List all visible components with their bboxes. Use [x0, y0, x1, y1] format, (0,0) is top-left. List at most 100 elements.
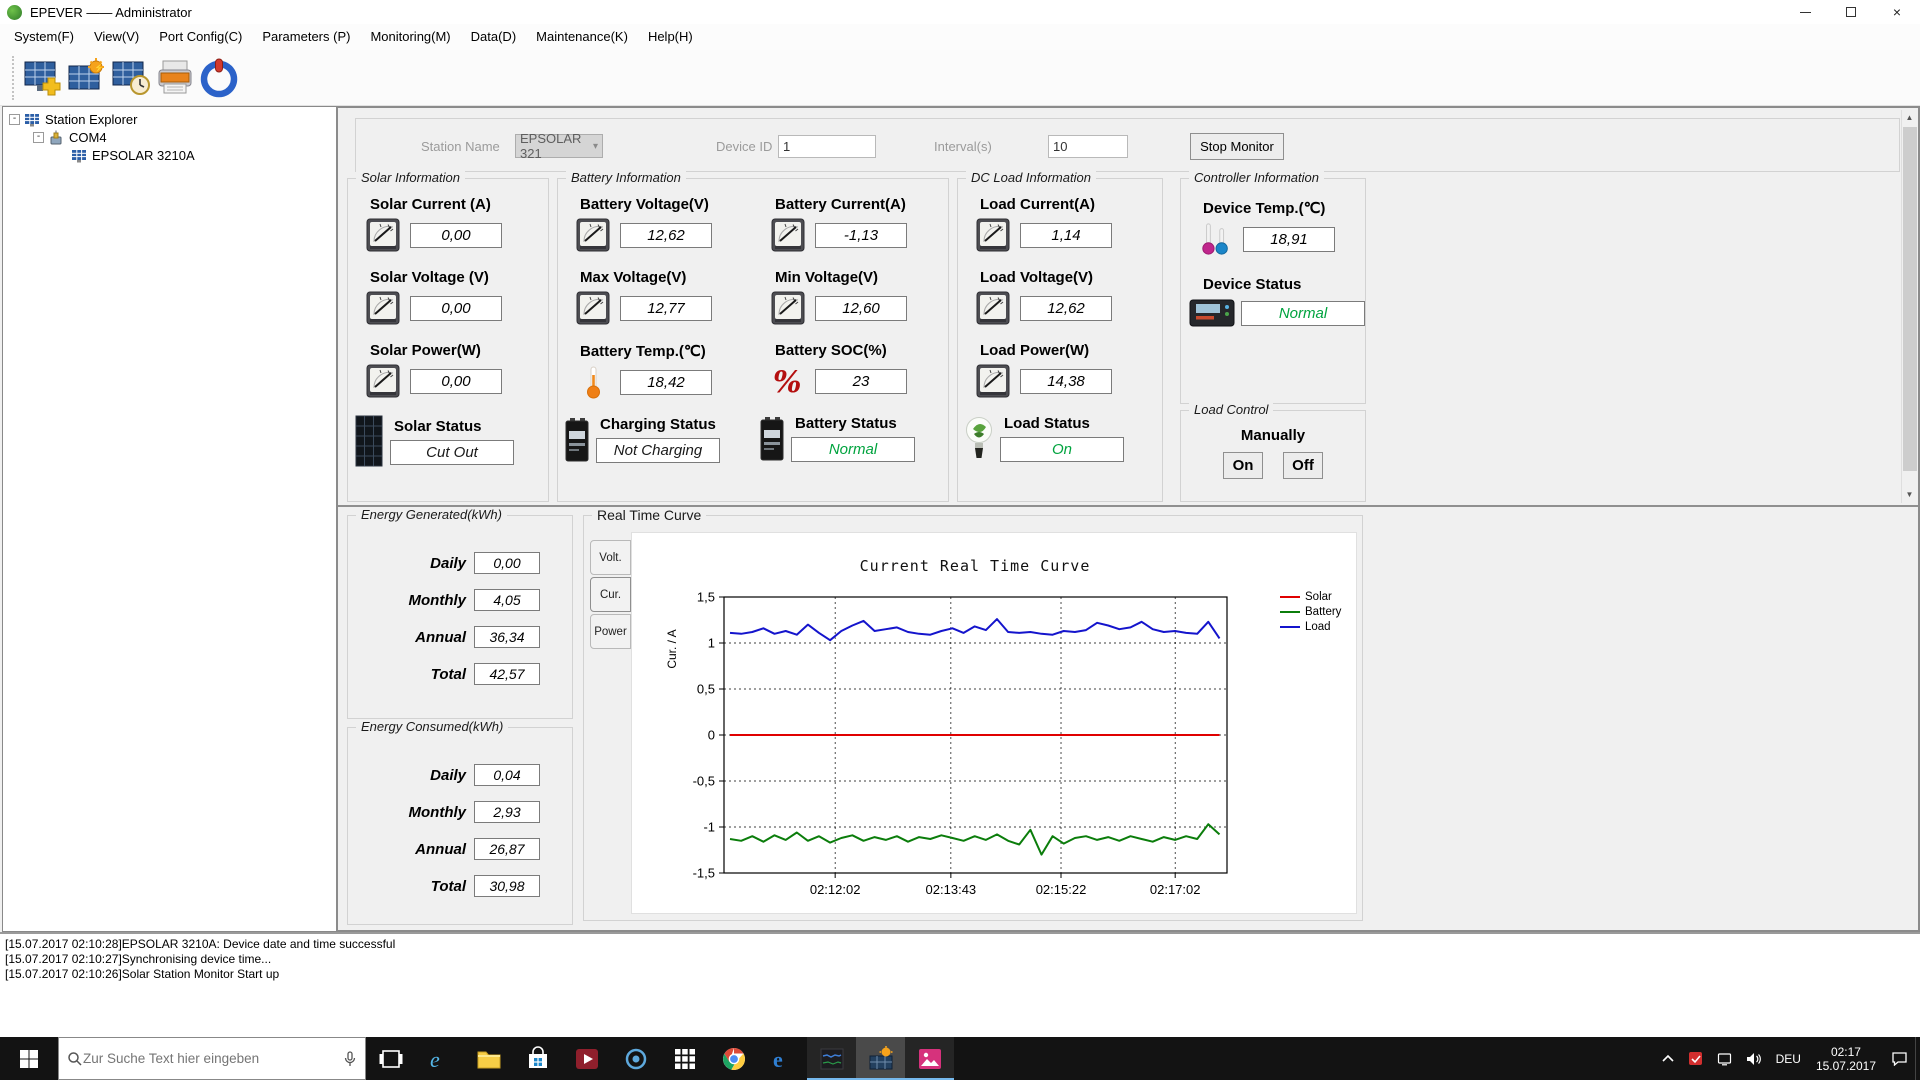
solar-status-value: Cut Out — [390, 439, 514, 465]
svg-text:%: % — [773, 365, 802, 398]
collapse-icon[interactable]: - — [9, 114, 20, 125]
svg-text:⚡: ⚡ — [94, 62, 104, 72]
bulb-icon — [964, 416, 994, 462]
device-id-input[interactable] — [778, 135, 876, 158]
tab-cur[interactable]: Cur. — [590, 577, 631, 612]
taskbar-search[interactable] — [58, 1037, 366, 1080]
svg-text:-1: -1 — [703, 820, 715, 835]
solar-monitor-task-icon[interactable] — [856, 1037, 905, 1080]
ec-daily-row: Daily 0,04 — [378, 764, 572, 786]
media-player-icon[interactable] — [562, 1037, 611, 1080]
menu-parameters[interactable]: Parameters (P) — [252, 24, 360, 50]
battery-soc-field: Battery SOC(%) % 23 — [753, 342, 948, 398]
tray-time: 02:17 — [1830, 1044, 1861, 1059]
ec-annual-row: Annual 26,87 — [378, 838, 572, 860]
menu-monitoring[interactable]: Monitoring(M) — [360, 24, 460, 50]
maximize-button[interactable] — [1828, 0, 1874, 24]
menu-system[interactable]: System(F) — [4, 24, 84, 50]
device-temp-value: 18,91 — [1243, 226, 1335, 252]
cortana-icon[interactable] — [611, 1037, 660, 1080]
chart-legend: Solar Battery Load — [1280, 589, 1341, 634]
ec-annual-value: 26,87 — [474, 838, 540, 860]
photos-task-icon[interactable] — [905, 1037, 954, 1080]
eg-daily-row: Daily 0,00 — [378, 552, 572, 574]
store-icon[interactable] — [513, 1037, 562, 1080]
log-line: [15.07.2017 02:10:27]Synchronising devic… — [5, 952, 272, 966]
solar-information-group: Solar Information Solar Current (A) 0,00… — [347, 170, 549, 502]
chrome-icon[interactable] — [709, 1037, 758, 1080]
tray-app-icon[interactable] — [1681, 1037, 1710, 1080]
menu-data[interactable]: Data(D) — [461, 24, 527, 50]
language-indicator[interactable]: DEU — [1769, 1037, 1808, 1080]
speaker-icon[interactable] — [1739, 1037, 1769, 1080]
svg-text:-1,5: -1,5 — [693, 866, 715, 881]
load-line-swatch — [1280, 625, 1300, 628]
real-time-curve-group: Real Time Curve Volt. Cur. Power Current… — [583, 507, 1363, 921]
chart-window-task-icon[interactable] — [807, 1037, 856, 1080]
stop-monitor-button[interactable]: Stop Monitor — [1190, 133, 1284, 160]
menu-port-config[interactable]: Port Config(C) — [149, 24, 252, 50]
tree-item-epsolar-3210a[interactable]: EPSOLAR 3210A — [3, 147, 336, 164]
svg-text:e: e — [773, 1047, 783, 1072]
station-explorer-icon — [24, 112, 41, 128]
interval-input[interactable] — [1048, 135, 1128, 158]
interval-label: Interval(s) — [934, 139, 992, 154]
station-name-label: Station Name — [421, 139, 500, 154]
task-view-icon[interactable] — [366, 1037, 415, 1080]
scroll-up-icon[interactable]: ▲ — [1902, 110, 1917, 126]
solar-power-field: Solar Power(W) 0,00 — [348, 342, 548, 398]
tab-volt[interactable]: Volt. — [590, 540, 631, 575]
tab-power[interactable]: Power — [590, 614, 631, 649]
collapse-icon[interactable]: - — [33, 132, 44, 143]
close-button[interactable]: × — [1874, 0, 1920, 24]
scroll-down-icon[interactable]: ▼ — [1902, 487, 1917, 503]
tablet-icon[interactable] — [1710, 1037, 1739, 1080]
eg-monthly-value: 4,05 — [474, 589, 540, 611]
print-icon[interactable] — [153, 55, 197, 101]
gauge-icon — [366, 364, 400, 398]
ie-browser-icon[interactable]: e — [415, 1037, 464, 1080]
show-desktop-button[interactable] — [1915, 1037, 1920, 1080]
taskbar-clock[interactable]: 02:17 15.07.2017 — [1808, 1037, 1884, 1080]
device-id-label: Device ID — [716, 139, 773, 154]
monitor-panel: Station Name EPSOLAR 321 ▾ Device ID Int… — [336, 106, 1920, 932]
eg-annual-row: Annual 36,34 — [378, 626, 572, 648]
tree-item-com4[interactable]: - COM4 — [3, 129, 336, 146]
apps-grid-icon[interactable] — [660, 1037, 709, 1080]
file-explorer-icon[interactable] — [464, 1037, 513, 1080]
battery-status-field: Battery Status Normal — [759, 415, 948, 462]
load-voltage-field: Load Voltage(V) 12,62 — [958, 269, 1162, 325]
tree-item-station-explorer[interactable]: - Station Explorer — [3, 111, 336, 128]
load-on-button[interactable]: On — [1223, 452, 1263, 479]
station-name-dropdown[interactable]: EPSOLAR 321 ▾ — [515, 131, 603, 161]
gauge-icon — [771, 218, 805, 252]
chart-title: Current Real Time Curve — [859, 557, 1091, 575]
menu-view[interactable]: View(V) — [84, 24, 149, 50]
notification-center-icon[interactable] — [1884, 1037, 1915, 1080]
ec-total-value: 30,98 — [474, 875, 540, 897]
battery-temp-field: Battery Temp.(℃) 18,42 — [558, 342, 753, 399]
load-power-value: 14,38 — [1020, 368, 1112, 394]
battery-current-field: Battery Current(A) -1,13 — [753, 196, 948, 252]
controller-information-group: Controller Information Device Temp.(℃) 1… — [1180, 170, 1366, 404]
search-input[interactable] — [83, 1051, 343, 1066]
load-status-field: Load Status On — [964, 415, 1162, 462]
edge-icon[interactable]: e — [758, 1037, 807, 1080]
battery-soc-value: 23 — [815, 368, 907, 394]
gauge-icon — [976, 364, 1010, 398]
load-power-field: Load Power(W) 14,38 — [958, 342, 1162, 398]
station-explorer-tree: - Station Explorer - COM4 EPSOLAR 3210A — [2, 106, 337, 932]
menu-maintenance[interactable]: Maintenance(K) — [526, 24, 638, 50]
station-config-icon[interactable]: ⚡ — [65, 55, 109, 101]
load-off-button[interactable]: Off — [1283, 452, 1323, 479]
tray-expand-icon[interactable] — [1655, 1037, 1681, 1080]
vertical-scrollbar[interactable]: ▲ ▼ — [1901, 110, 1917, 503]
start-button[interactable] — [0, 1037, 58, 1080]
gauge-icon — [366, 218, 400, 252]
minimize-button[interactable] — [1782, 0, 1828, 24]
station-time-icon[interactable] — [109, 55, 153, 101]
scrollbar-thumb[interactable] — [1903, 127, 1917, 471]
power-exit-icon[interactable] — [197, 55, 241, 101]
menu-help[interactable]: Help(H) — [638, 24, 703, 50]
new-station-icon[interactable] — [21, 55, 65, 101]
